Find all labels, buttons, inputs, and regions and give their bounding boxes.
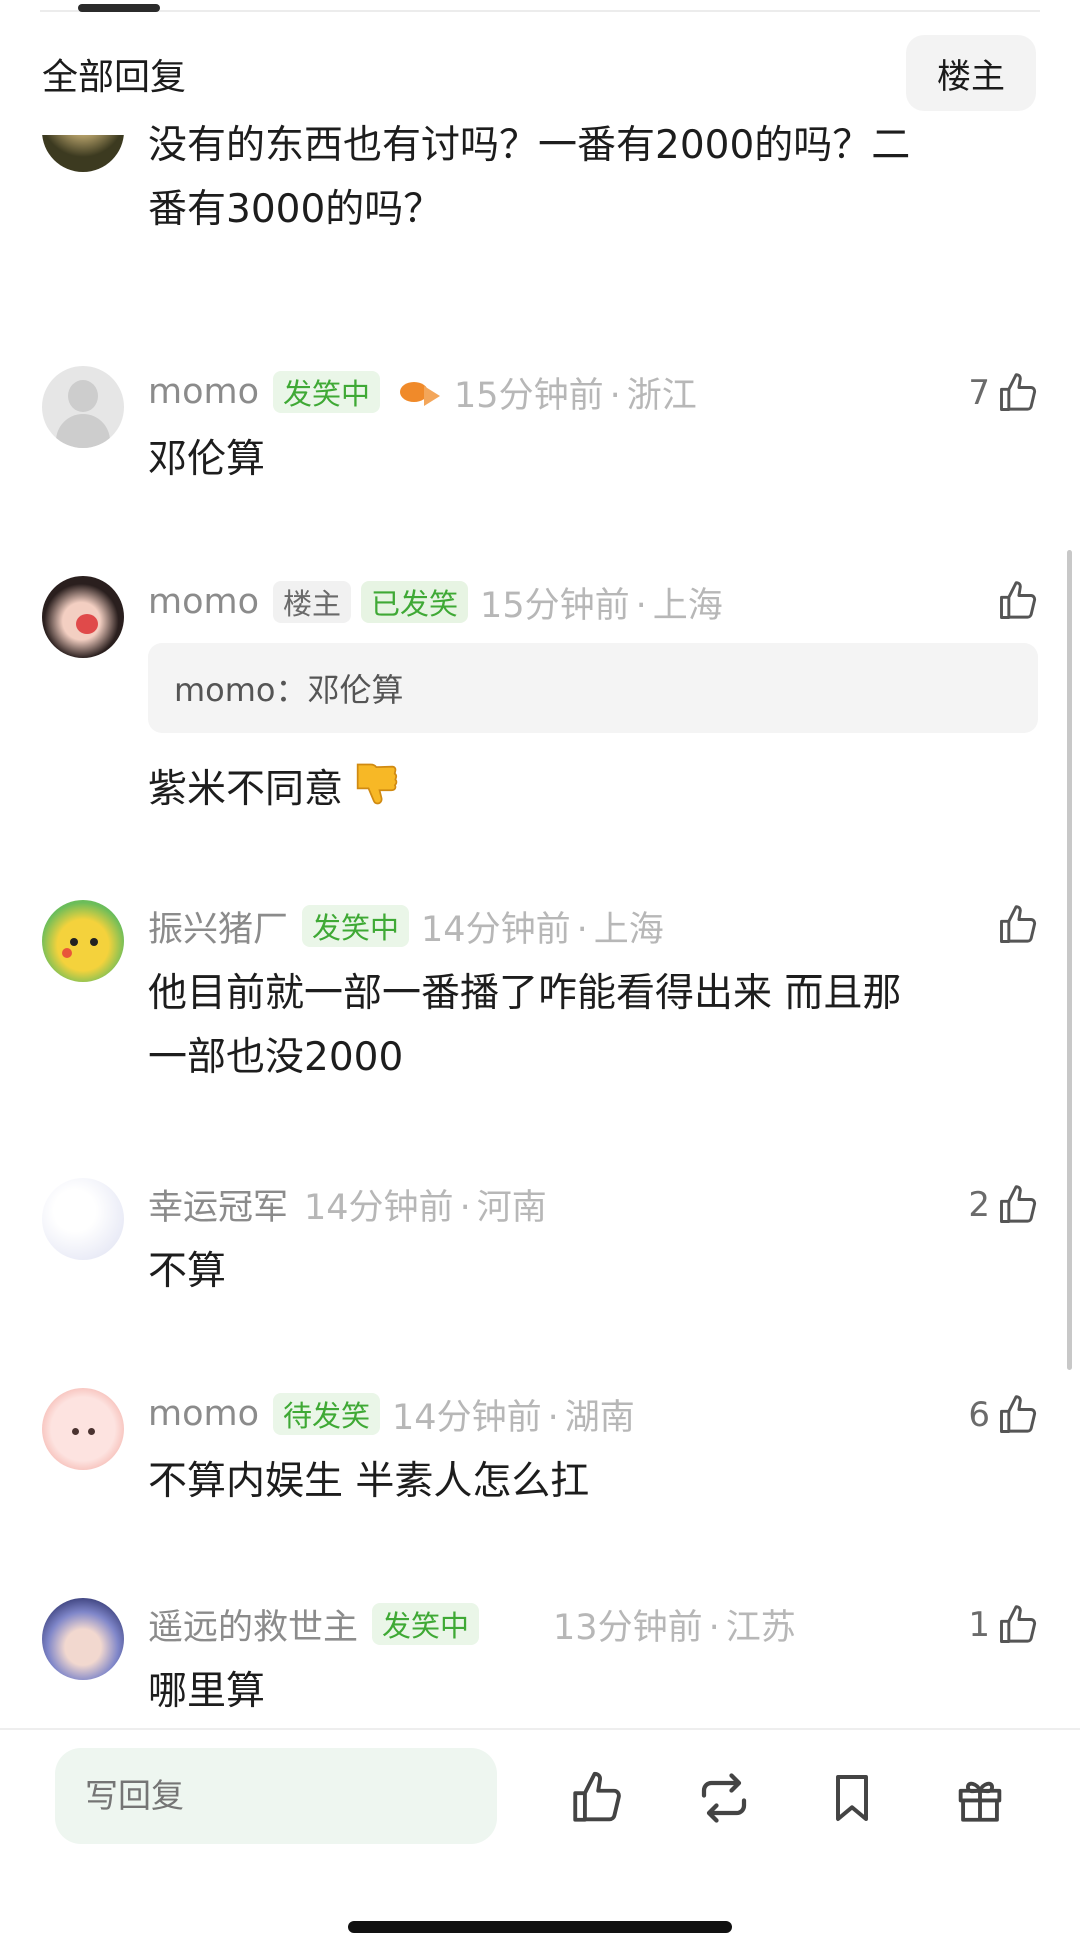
thumbs-up-icon xyxy=(1000,373,1037,411)
thumbs-up-icon xyxy=(1000,1605,1037,1643)
like-button[interactable] xyxy=(990,900,1040,950)
comment-text: 哪里算 xyxy=(148,1669,266,1714)
thumbs-up-icon xyxy=(573,1771,621,1822)
comment-meta: 振兴猪厂 发笑中 14分钟前 · 上海 xyxy=(148,902,664,950)
timestamp: 15分钟前 · 浙江 xyxy=(454,375,697,416)
comment-text: 不算 xyxy=(148,1249,227,1294)
username[interactable]: momo xyxy=(148,372,259,412)
like-count: 6 xyxy=(968,1395,990,1435)
username[interactable]: 振兴猪厂 xyxy=(148,901,288,952)
avatar[interactable] xyxy=(42,900,124,982)
avatar[interactable] xyxy=(42,576,124,658)
username[interactable]: 幸运冠军 xyxy=(148,1179,288,1230)
gift-icon xyxy=(958,1781,1002,1822)
status-badge: 发笑中 xyxy=(372,1603,480,1645)
avatar[interactable] xyxy=(42,366,124,448)
timestamp: 14分钟前 · 湖南 xyxy=(392,1397,635,1438)
home-indicator xyxy=(348,1921,732,1933)
thumbs-down-emoji-icon xyxy=(349,758,401,810)
status-badge: 发笑中 xyxy=(273,371,381,413)
like-count: 1 xyxy=(968,1605,990,1645)
timestamp: 15分钟前 · 上海 xyxy=(480,585,723,626)
bottom-divider xyxy=(0,1728,1080,1730)
like-button[interactable]: 2 xyxy=(968,1180,1040,1230)
top-divider xyxy=(40,10,1040,12)
quoted-reply: momo：邓伦算 xyxy=(148,643,1038,733)
like-count: 7 xyxy=(968,373,990,413)
goldfish-icon xyxy=(390,368,442,416)
active-tab-indicator xyxy=(78,4,160,12)
comment-meta: 幸运冠军 14分钟前 · 河南 xyxy=(148,1180,547,1228)
comment-text: 没有的东西也有讨吗？一番有2000的吗？二 xyxy=(148,123,911,168)
comment-text: 紫米不同意 xyxy=(148,750,401,822)
comment-meta: momo 待发笑 14分钟前 · 湖南 xyxy=(148,1390,635,1438)
status-badge: 已发笑 xyxy=(361,581,469,623)
like-button[interactable]: 7 xyxy=(968,368,1040,418)
repost-button[interactable] xyxy=(692,1766,756,1830)
avatar[interactable] xyxy=(42,135,124,172)
scrollbar[interactable] xyxy=(1067,550,1072,1370)
comment-text: 番有3000的吗？ xyxy=(148,187,443,232)
status-badge: 待发笑 xyxy=(273,1393,381,1435)
avatar[interactable] xyxy=(42,1178,124,1260)
timestamp: 13分钟前 · 江苏 xyxy=(553,1607,796,1648)
thumbs-up-icon xyxy=(1000,1395,1037,1433)
thumbs-up-icon xyxy=(1000,905,1037,943)
owner-filter-button[interactable]: 楼主 xyxy=(906,35,1036,111)
comment-meta: 遥远的救世主 发笑中 13分钟前 · 江苏 xyxy=(148,1600,796,1648)
avatar[interactable] xyxy=(42,1598,124,1680)
status-badge: 发笑中 xyxy=(302,905,410,947)
repost-icon xyxy=(701,1773,747,1823)
thumbs-up-icon xyxy=(1000,581,1037,619)
username[interactable]: 遥远的救世主 xyxy=(148,1599,358,1650)
comment-meta: momo 楼主 已发笑 15分钟前 · 上海 xyxy=(148,578,723,626)
comment-text: 不算内娱生 半素人怎么扛 xyxy=(148,1459,590,1504)
timestamp: 14分钟前 · 河南 xyxy=(304,1187,547,1228)
like-button[interactable]: 1 xyxy=(968,1600,1040,1650)
gift-button[interactable] xyxy=(948,1766,1012,1830)
page-title: 全部回复 xyxy=(42,57,187,98)
like-button[interactable] xyxy=(990,576,1040,626)
avatar[interactable] xyxy=(42,1388,124,1470)
comment-text: 一部也没2000 xyxy=(148,1035,404,1080)
comment-text: 邓伦算 xyxy=(148,437,266,482)
timestamp: 14分钟前 · 上海 xyxy=(421,909,664,950)
like-count: 2 xyxy=(968,1185,990,1225)
comment-meta: momo 发笑中 15分钟前 · 浙江 xyxy=(148,368,697,416)
bookmark-button[interactable] xyxy=(820,1766,884,1830)
comment-text: 他目前就一部一番播了咋能看得出来 而且那 xyxy=(148,971,902,1016)
thumbs-up-icon xyxy=(1000,1185,1037,1223)
username[interactable]: momo xyxy=(148,1394,259,1434)
reply-input[interactable] xyxy=(55,1748,497,1844)
like-post-button[interactable] xyxy=(565,1766,629,1830)
username[interactable]: momo xyxy=(148,582,259,622)
like-button[interactable]: 6 xyxy=(968,1390,1040,1440)
owner-badge: 楼主 xyxy=(273,581,352,623)
bookmark-icon xyxy=(836,1775,868,1821)
